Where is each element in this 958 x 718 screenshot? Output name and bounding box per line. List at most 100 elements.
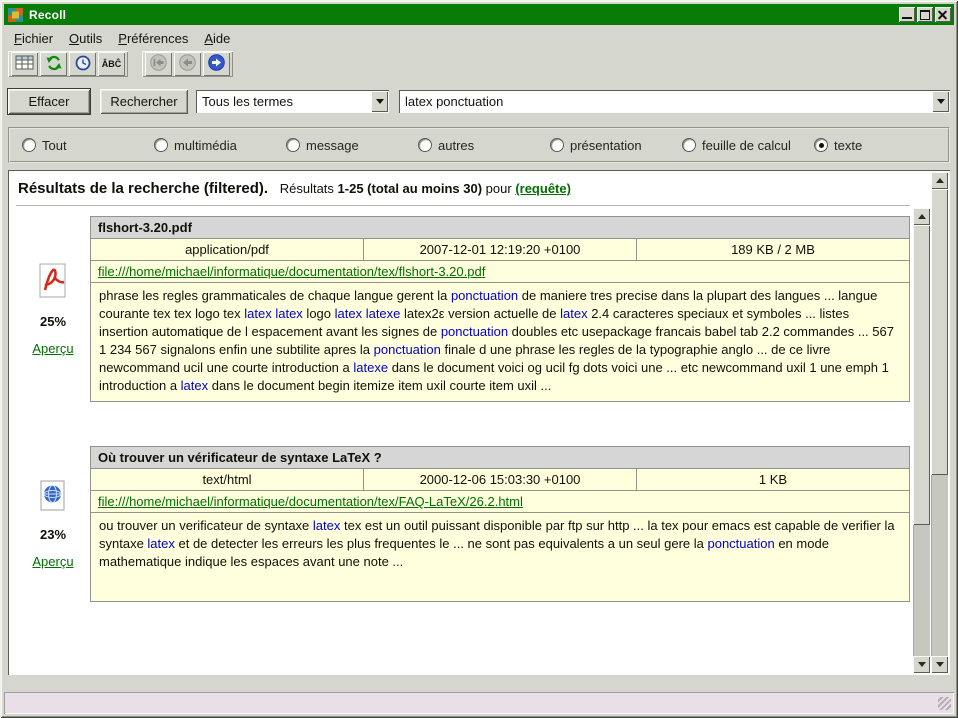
- triangle-up-icon: [936, 178, 944, 183]
- scroll-down-button[interactable]: [931, 656, 948, 673]
- history-button[interactable]: [69, 52, 96, 76]
- radio-icon: [154, 138, 168, 152]
- result-item-2: 23% Aperçu Où trouver un vérificateur de…: [16, 446, 912, 602]
- result-mime: text/html: [91, 469, 364, 491]
- search-row: Effacer Rechercher Tous les termes: [8, 88, 950, 114]
- app-icon: [8, 8, 24, 22]
- result-size: 189 KB / 2 MB: [637, 239, 910, 261]
- recoll-window: Recoll Fichier Outils Préférences Aide: [0, 0, 958, 718]
- scroll-down-button[interactable]: [913, 656, 930, 673]
- first-page-button[interactable]: [145, 52, 172, 76]
- results-pane-scrollbar[interactable]: [931, 172, 948, 673]
- result-url-link[interactable]: file:///home/michael/informatique/docume…: [98, 494, 523, 509]
- pdf-icon: [38, 263, 68, 302]
- maximize-button[interactable]: [917, 7, 933, 22]
- minimize-button[interactable]: [899, 7, 915, 22]
- results-range: 1-25 (total au moins 30): [338, 181, 482, 196]
- window-title: Recoll: [29, 8, 899, 22]
- filter-texte[interactable]: texte: [814, 138, 946, 153]
- filter-feuille-de-calcul[interactable]: feuille de calcul: [682, 138, 814, 153]
- filter-label: texte: [834, 138, 862, 153]
- triangle-down-icon: [937, 99, 945, 104]
- triangle-up-icon: [918, 214, 926, 219]
- triangle-down-icon: [376, 99, 384, 104]
- radio-icon: [418, 138, 432, 152]
- result-abstract: phrase les regles grammaticales de chaqu…: [91, 283, 910, 402]
- clock-icon: [75, 55, 91, 74]
- scrollbar-thumb[interactable]: [931, 189, 948, 475]
- radio-icon: [550, 138, 564, 152]
- result-date: 2007-12-01 12:19:20 +0100: [364, 239, 637, 261]
- results-content: Résultats de la recherche (filtered). Ré…: [10, 172, 912, 673]
- html-globe-icon: [39, 480, 67, 515]
- preview-link[interactable]: Aperçu: [32, 554, 73, 569]
- result-item-1: 25% Aperçu flshort-3.20.pdf application/…: [16, 216, 912, 402]
- titlebar[interactable]: Recoll: [4, 4, 954, 25]
- filter-multimedia[interactable]: multimédia: [154, 138, 286, 153]
- result-1-table: flshort-3.20.pdf application/pdf 2007-12…: [90, 216, 910, 402]
- result-url-link[interactable]: file:///home/michael/informatique/docume…: [98, 264, 485, 279]
- result-2-side: 23% Aperçu: [16, 446, 90, 602]
- result-size: 1 KB: [637, 469, 910, 491]
- filter-label: multimédia: [174, 138, 237, 153]
- filter-label: Tout: [42, 138, 67, 153]
- close-button[interactable]: [935, 7, 951, 22]
- previous-page-button[interactable]: [174, 52, 201, 76]
- filter-label: présentation: [570, 138, 642, 153]
- search-button[interactable]: Rechercher: [100, 89, 188, 114]
- minimize-icon: [902, 17, 912, 19]
- relevance-percent: 23%: [40, 527, 66, 542]
- table-clear-icon: [15, 55, 35, 74]
- term-explorer-button[interactable]: ÂBĈ: [98, 52, 125, 76]
- clear-search-button[interactable]: [11, 52, 38, 76]
- menu-outils[interactable]: Outils: [61, 29, 110, 48]
- query-details-link[interactable]: (requête): [515, 181, 571, 196]
- result-title: flshort-3.20.pdf: [91, 217, 910, 239]
- toolbar-group-nav: [142, 51, 233, 77]
- results-title: Résultats de la recherche (filtered).: [18, 180, 268, 197]
- result-1-side: 25% Aperçu: [16, 216, 90, 402]
- menubar: Fichier Outils Préférences Aide: [6, 28, 238, 48]
- toolbar: ÂBĈ: [8, 50, 233, 78]
- arrow-right-icon: [207, 54, 226, 74]
- triangle-down-icon: [936, 662, 944, 667]
- result-1-main: flshort-3.20.pdf application/pdf 2007-12…: [90, 216, 910, 402]
- result-title: Où trouver un vérificateur de syntaxe La…: [91, 447, 910, 469]
- search-mode-combo[interactable]: Tous les termes: [196, 90, 389, 113]
- filter-tout[interactable]: Tout: [22, 138, 154, 153]
- toolbar-group-main: ÂBĈ: [8, 51, 128, 77]
- menu-preferences[interactable]: Préférences: [110, 29, 196, 48]
- result-mime: application/pdf: [91, 239, 364, 261]
- radio-icon: [22, 138, 36, 152]
- category-filter-frame: Tout multimédia message autres présentat…: [8, 127, 950, 163]
- search-mode-value: Tous les termes: [196, 94, 370, 109]
- next-page-button[interactable]: [203, 52, 230, 76]
- chevron-down-icon[interactable]: [932, 91, 949, 112]
- radio-icon: [814, 138, 828, 152]
- update-index-button[interactable]: [40, 52, 67, 76]
- status-message-area: [7, 696, 934, 710]
- triangle-down-icon: [918, 662, 926, 667]
- filter-autres[interactable]: autres: [418, 138, 550, 153]
- result-list-scrollbar[interactable]: [913, 208, 930, 673]
- header-separator: [16, 205, 910, 206]
- scroll-up-button[interactable]: [913, 208, 930, 225]
- radio-icon: [682, 138, 696, 152]
- results-summary: Résultats 1-25 (total au moins 30) pour …: [276, 181, 571, 196]
- chevron-down-icon[interactable]: [371, 91, 388, 112]
- resize-grip[interactable]: [938, 697, 951, 710]
- query-combo[interactable]: [399, 90, 950, 113]
- spellcheck-abc-icon: ÂBĈ: [102, 59, 122, 69]
- menu-aide[interactable]: Aide: [196, 29, 238, 48]
- preview-link[interactable]: Aperçu: [32, 341, 73, 356]
- scroll-up-button[interactable]: [931, 172, 948, 189]
- menu-fichier[interactable]: Fichier: [6, 29, 61, 48]
- query-input[interactable]: [399, 90, 931, 113]
- filter-message[interactable]: message: [286, 138, 418, 153]
- results-header: Résultats de la recherche (filtered). Ré…: [18, 180, 912, 197]
- filter-presentation[interactable]: présentation: [550, 138, 682, 153]
- scrollbar-thumb[interactable]: [913, 225, 930, 525]
- result-date: 2000-12-06 15:03:30 +0100: [364, 469, 637, 491]
- clear-button[interactable]: Effacer: [8, 89, 90, 114]
- radio-icon: [286, 138, 300, 152]
